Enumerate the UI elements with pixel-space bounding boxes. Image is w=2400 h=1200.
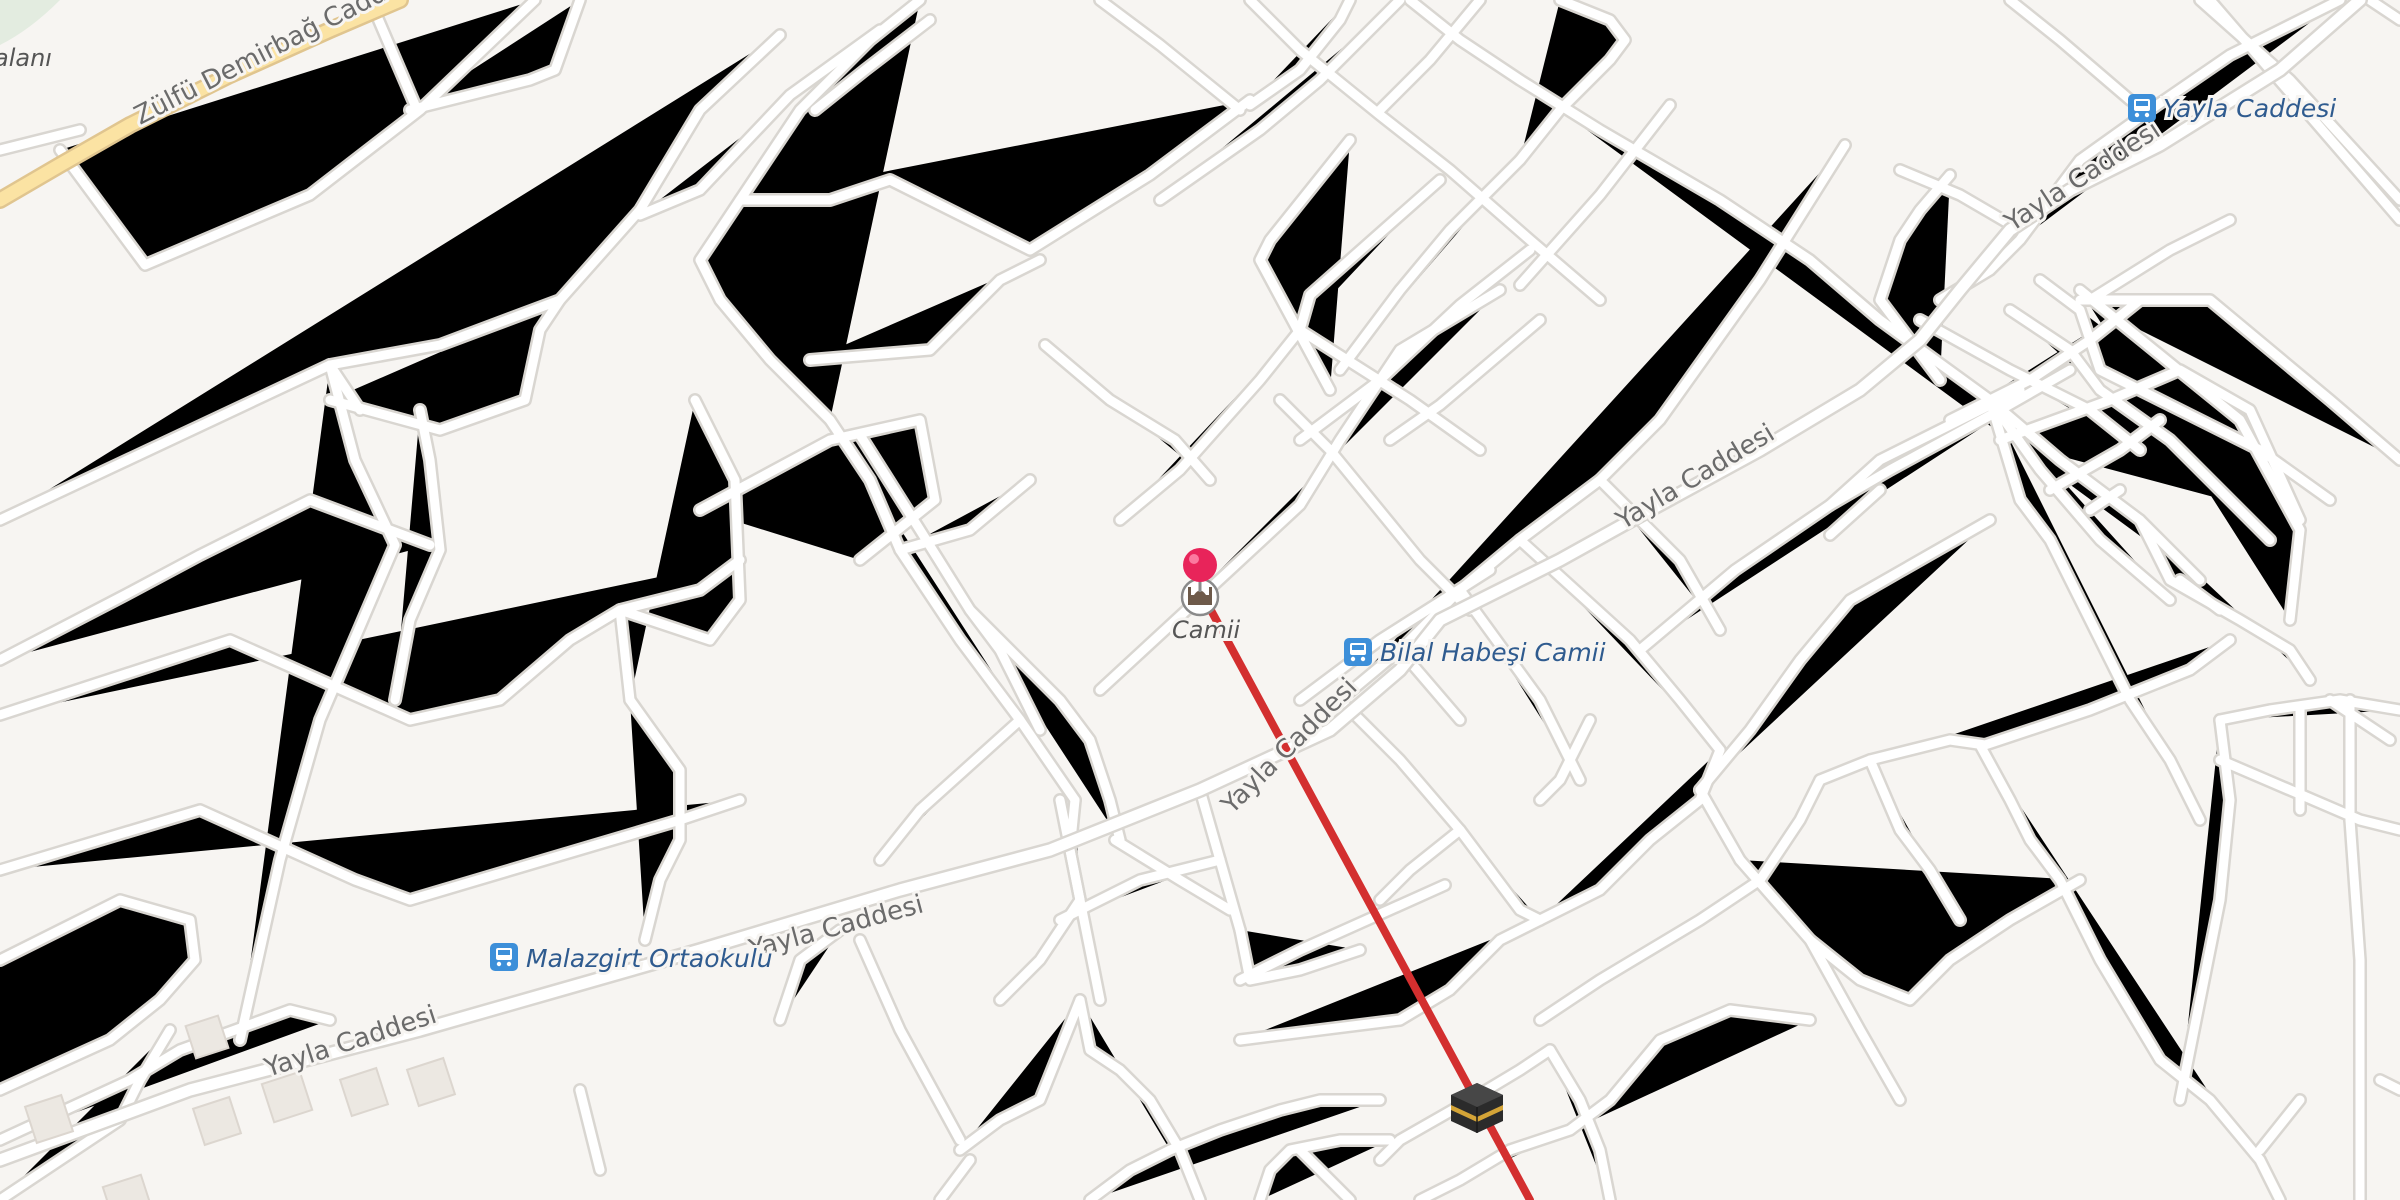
bus-stop-label: Malazgirt Ortaokulu bbox=[526, 944, 773, 973]
map-canvas[interactable]: Zülfü Demirbağ Caddesi Yayla Caddesi Yay… bbox=[0, 0, 2400, 1200]
bus-stop-label: Bilal Habeşi Camii bbox=[1380, 638, 1606, 667]
bus-stop-icon bbox=[490, 943, 518, 971]
area-label: alanı bbox=[0, 44, 52, 72]
bus-stop-malazgirt[interactable]: Malazgirt Ortaokulu bbox=[490, 941, 776, 976]
street-label-yayla-diag: Yayla Caddesi bbox=[1215, 672, 1363, 820]
street-label-yayla-ne: Yayla Caddesi bbox=[1999, 115, 2166, 238]
map-svg[interactable]: Zülfü Demirbağ Caddesi Yayla Caddesi Yay… bbox=[0, 0, 2400, 1200]
green-area bbox=[0, 0, 60, 45]
mosque-label: Camii bbox=[1172, 616, 1241, 644]
bus-stop-icon bbox=[1344, 638, 1372, 666]
bus-stop-bilal[interactable]: Bilal Habeşi Camii bbox=[1344, 635, 1609, 670]
bus-stop-icon bbox=[2128, 94, 2156, 122]
bus-stop-label: Yayla Caddesi bbox=[2163, 94, 2336, 123]
